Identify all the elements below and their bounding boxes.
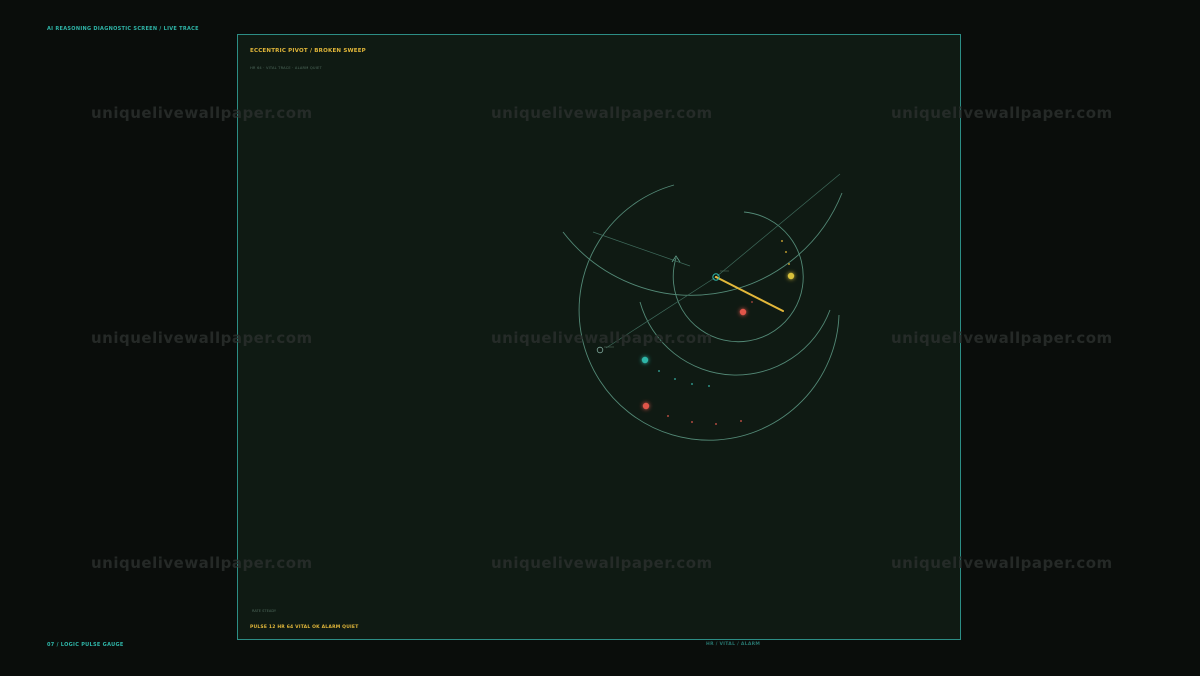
node-teal — [641, 356, 649, 364]
gauge-needle — [715, 276, 784, 312]
watermark-text: uniquelivewallpaper.com — [491, 104, 713, 122]
watermark-text: uniquelivewallpaper.com — [491, 329, 713, 347]
node-yellow — [787, 272, 795, 280]
watermark-text: uniquelivewallpaper.com — [491, 554, 713, 572]
watermark-text: uniquelivewallpaper.com — [891, 104, 1113, 122]
watermark-text: uniquelivewallpaper.com — [891, 554, 1113, 572]
node-red-outer — [642, 402, 650, 410]
watermark-text: uniquelivewallpaper.com — [91, 554, 313, 572]
gauge-arc-2 — [578, 184, 840, 441]
offset-marker — [596, 346, 604, 354]
sweep-line-upper — [715, 173, 841, 278]
node-red-inner — [739, 308, 747, 316]
sweep-line-left — [592, 231, 691, 267]
watermark-text: uniquelivewallpaper.com — [891, 329, 1113, 347]
gauge-arc-inner — [672, 211, 804, 343]
watermark-text: uniquelivewallpaper.com — [91, 104, 313, 122]
gauge-arc-outer — [562, 192, 843, 296]
watermark-text: uniquelivewallpaper.com — [91, 329, 313, 347]
